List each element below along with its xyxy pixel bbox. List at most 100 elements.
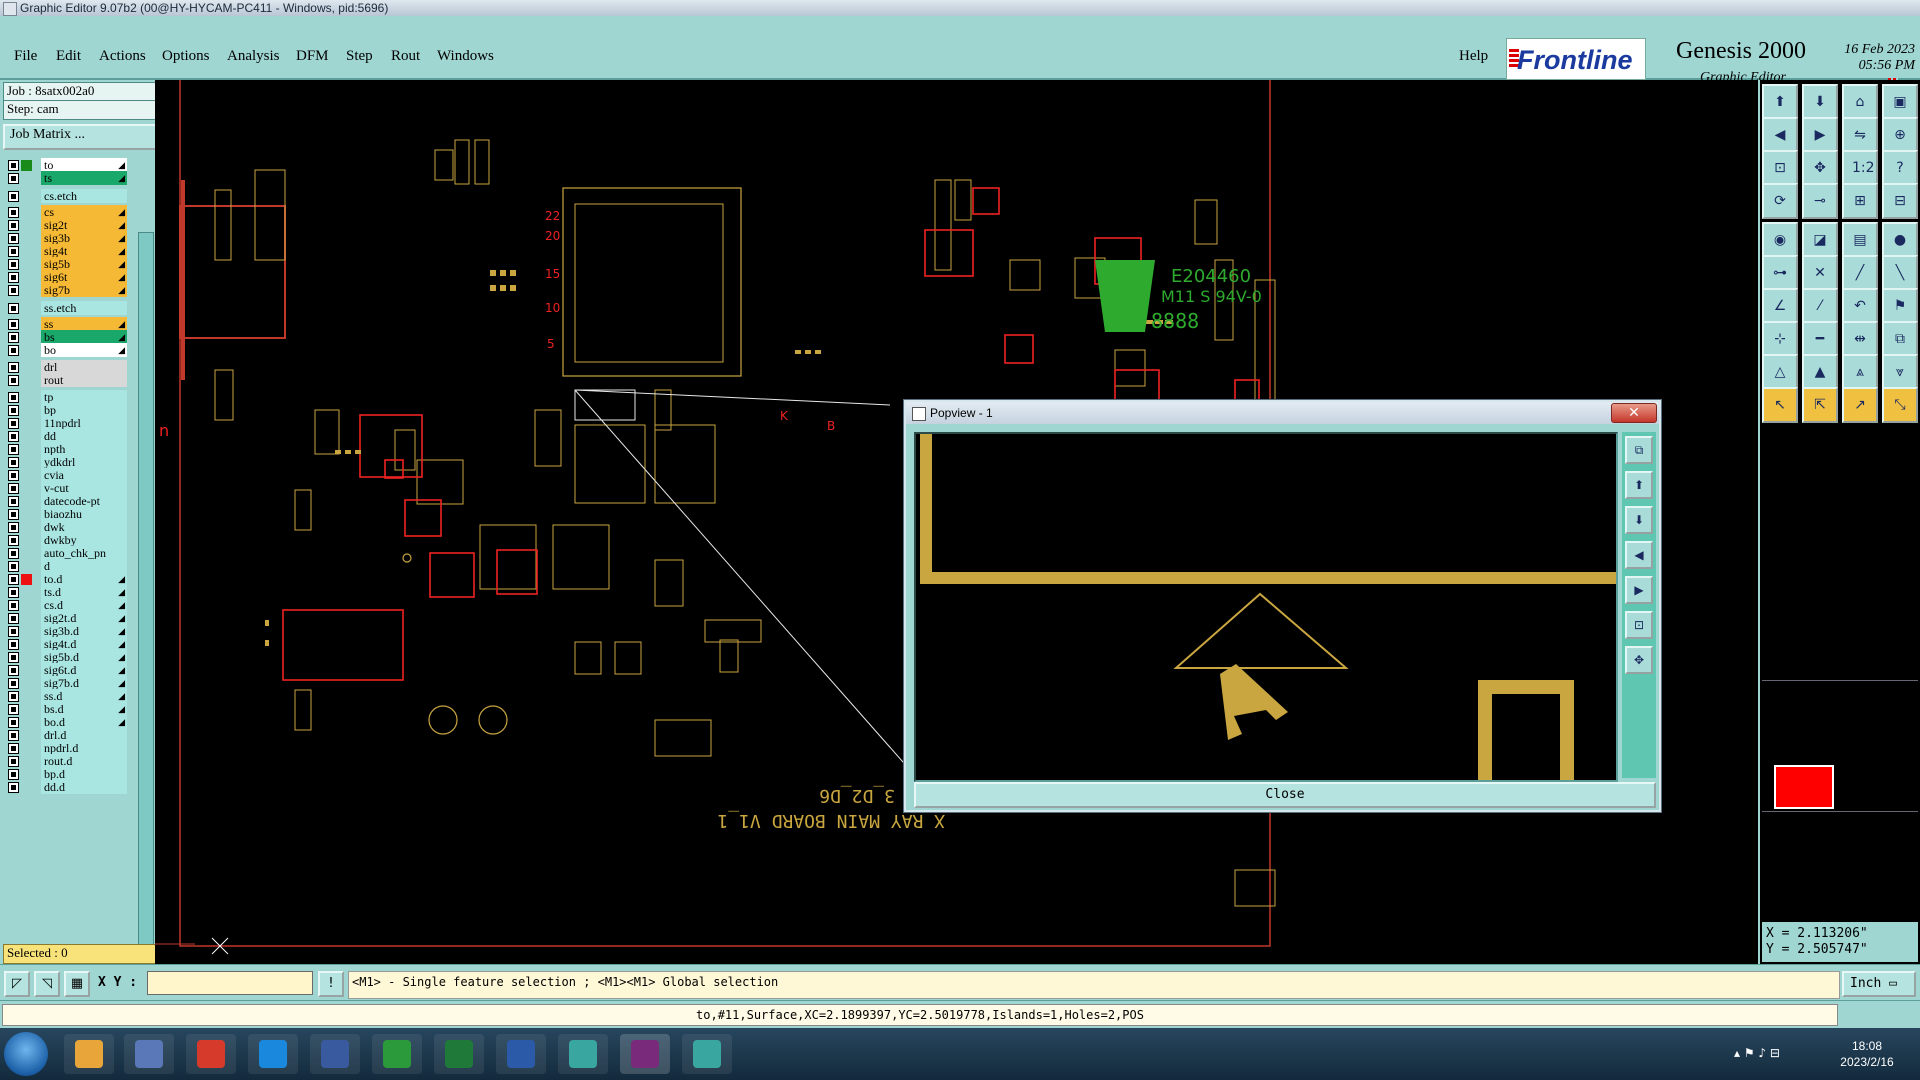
layer-name[interactable]: bp [41,403,127,417]
layer-name[interactable]: rout.d [41,754,127,768]
layer-name[interactable]: sig6t.d ◢ [41,663,127,677]
layer-checkbox[interactable] [8,483,19,494]
tool-add-pad-button[interactable]: ⊹ [1762,321,1798,357]
layer-arrow-icon[interactable]: ◢ [118,205,125,219]
taskbar-app-green[interactable] [372,1034,422,1074]
menu-edit[interactable]: Edit [56,48,81,65]
layer-arrow-icon[interactable]: ◢ [118,283,125,297]
layer-name[interactable]: bs.d ◢ [41,702,127,716]
select-mode-icon[interactable]: ◸ [4,971,30,997]
layer-checkbox[interactable] [8,769,19,780]
layer-name[interactable]: bo.d ◢ [41,715,127,729]
layer-name[interactable]: biaozhu [41,507,127,521]
layer-checkbox[interactable] [8,392,19,403]
menu-step[interactable]: Step [346,48,373,65]
layer-checkbox[interactable] [8,220,19,231]
layer-name[interactable]: bp.d [41,767,127,781]
layer-checkbox[interactable] [8,319,19,330]
layer-checkbox[interactable] [8,691,19,702]
taskbar-genesis[interactable] [682,1034,732,1074]
layer-arrow-icon[interactable]: ◢ [118,572,125,586]
layer-row-bo[interactable]: bo ◢ [5,343,127,358]
tool-fit-button[interactable]: ⊡ [1762,150,1798,186]
layer-arrow-icon[interactable]: ◢ [118,257,125,271]
layer-name[interactable]: v-cut [41,481,127,495]
layer-name[interactable]: to ◢ [41,158,127,172]
menu-dfm[interactable]: DFM [296,48,329,65]
menu-help[interactable]: Help [1459,48,1488,65]
popview-layer-up-icon[interactable]: ⬆ [1625,471,1653,499]
layer-checkbox[interactable] [8,704,19,715]
layer-name[interactable]: sig6t ◢ [41,270,127,284]
layer-name[interactable]: ss ◢ [41,317,127,331]
layer-name[interactable]: npth [41,442,127,456]
layer-row-rout[interactable]: rout [5,373,127,388]
layer-name[interactable]: sig4t.d ◢ [41,637,127,651]
tool-pan-right-button[interactable]: ▶ [1802,117,1838,153]
tool-box-button[interactable]: ◪ [1802,222,1838,258]
layer-arrow-icon[interactable]: ◢ [118,270,125,284]
layer-checkbox[interactable] [8,743,19,754]
taskbar-clock[interactable]: 18:08 2023/2/16 [1836,1038,1898,1070]
tool-arc-button[interactable]: ↶ [1842,288,1878,324]
layer-checkbox[interactable] [8,405,19,416]
layer-name[interactable]: sig2t.d ◢ [41,611,127,625]
layer-checkbox[interactable] [8,561,19,572]
popview-canvas[interactable] [914,432,1618,782]
tool-dot-button[interactable]: ● [1882,222,1918,258]
layer-name[interactable]: 11npdrl [41,416,127,430]
layer-arrow-icon[interactable]: ◢ [118,637,125,651]
xy-input[interactable] [147,971,313,995]
layer-name[interactable]: cs.d ◢ [41,598,127,612]
info-icon[interactable]: ! [318,971,344,997]
taskbar-shell-app[interactable] [64,1034,114,1074]
layer-checkbox[interactable] [8,535,19,546]
layer-arrow-icon[interactable]: ◢ [118,585,125,599]
layer-checkbox[interactable] [8,639,19,650]
layer-name[interactable]: sig5b.d ◢ [41,650,127,664]
grid-mode-icon[interactable]: ▦ [64,971,90,997]
menu-options[interactable]: Options [162,48,210,65]
layer-name[interactable]: ss.etch [41,301,127,315]
layer-name[interactable]: sig2t ◢ [41,218,127,232]
tool-pointer-select-button[interactable]: ⇱ [1802,387,1838,423]
layer-checkbox[interactable] [8,259,19,270]
layer-checkbox[interactable] [8,600,19,611]
taskbar-x-app[interactable] [620,1034,670,1074]
layer-arrow-icon[interactable]: ◢ [118,171,125,185]
mini-map[interactable] [1762,680,1918,812]
popview-layer-down-icon[interactable]: ⬇ [1625,506,1653,534]
system-tray[interactable]: ▴ ⚑ ♪ ⊟ [1734,1046,1780,1060]
menu-actions[interactable]: Actions [99,48,146,65]
layer-name[interactable]: sig7b.d ◢ [41,676,127,690]
layer-name[interactable]: ts ◢ [41,171,127,185]
layer-name[interactable]: dd.d [41,780,127,794]
popview-fit-icon[interactable]: ⊡ [1625,611,1653,639]
taskbar-floppy[interactable] [310,1034,360,1074]
layer-checkbox[interactable] [8,233,19,244]
layer-checkbox[interactable] [8,574,19,585]
layer-name[interactable]: cs.etch [41,189,127,203]
tool-measure-button[interactable]: ⊸ [1802,183,1838,219]
layer-checkbox[interactable] [8,431,19,442]
tool-ruler-button[interactable]: ▤ [1842,222,1878,258]
layer-checkbox[interactable] [8,626,19,637]
layer-checkbox[interactable] [8,717,19,728]
popview-pan-right-icon[interactable]: ▶ [1625,576,1653,604]
menu-analysis[interactable]: Analysis [227,48,280,65]
layer-name[interactable]: drl [41,360,127,374]
layer-name[interactable]: sig7b ◢ [41,283,127,297]
layer-name[interactable]: dwkby [41,533,127,547]
menu-windows[interactable]: Windows [437,48,494,65]
layer-row-ts[interactable]: ts ◢ [5,171,127,186]
menu-rout[interactable]: Rout [391,48,420,65]
layer-checkbox[interactable] [8,665,19,676]
layer-name[interactable]: auto_chk_pn [41,546,127,560]
layer-checkbox[interactable] [8,332,19,343]
layer-name[interactable]: rout [41,373,127,387]
tool-center-button[interactable]: ✥ [1802,150,1838,186]
mini-map-viewport[interactable] [1774,765,1834,809]
tool-pointer-multi-button[interactable]: ⤡ [1882,387,1918,423]
tool-shape-c-button[interactable]: ⩓ [1842,354,1878,390]
layer-arrow-icon[interactable]: ◢ [118,231,125,245]
